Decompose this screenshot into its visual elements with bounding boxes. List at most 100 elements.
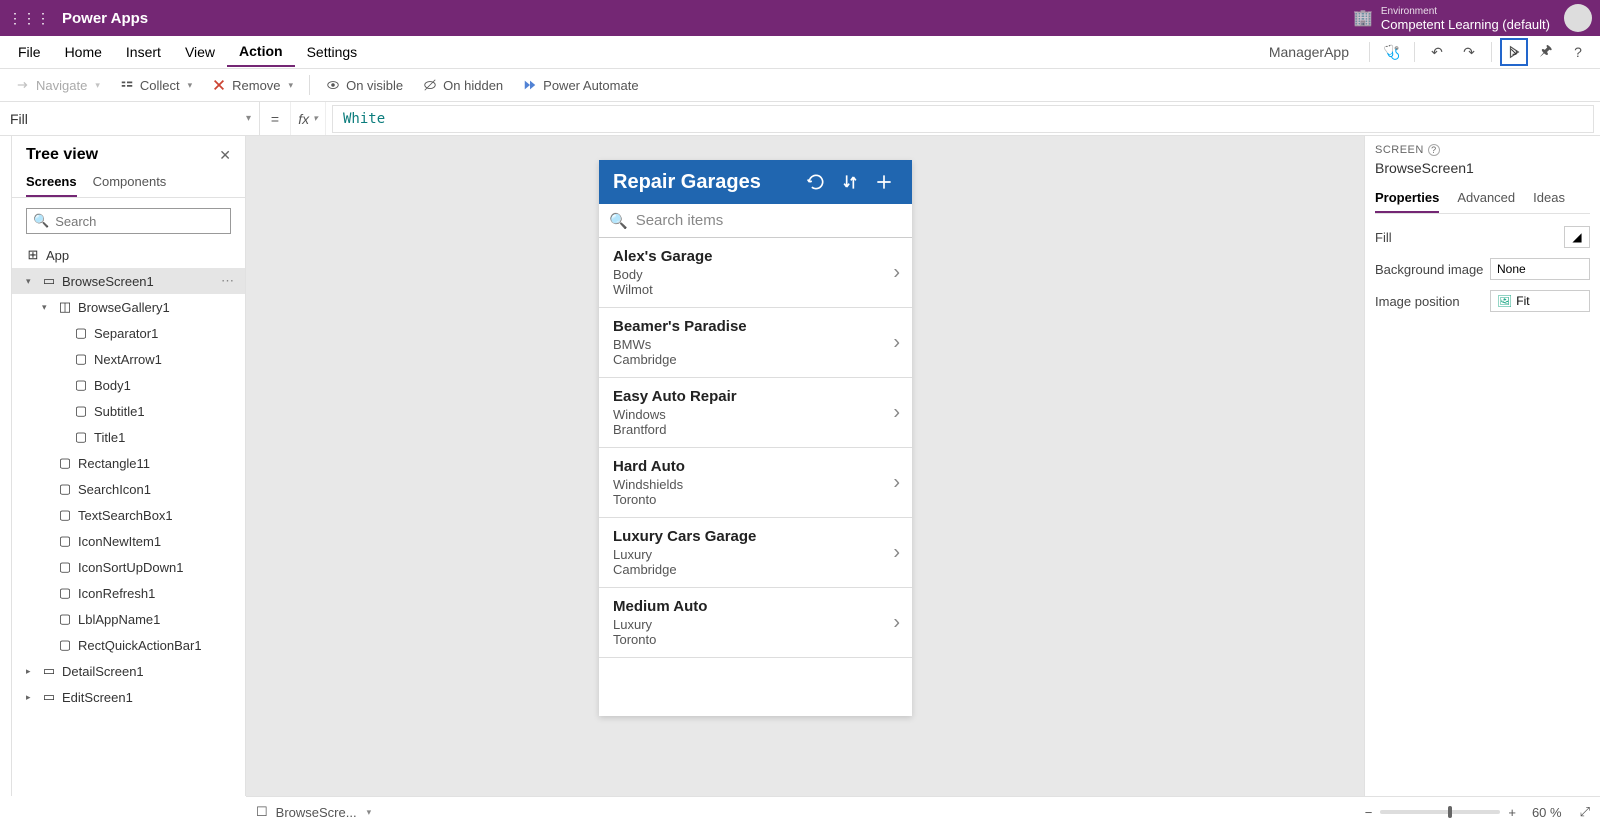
control-icon: ▢ [58, 560, 72, 574]
item-subtitle: Windshields [613, 477, 898, 492]
item-body: Cambridge [613, 352, 898, 367]
item-body: Toronto [613, 632, 898, 647]
list-item[interactable]: Alex's Garage Body Wilmot › [599, 238, 912, 308]
control-icon: ▢ [58, 482, 72, 496]
image-icon: 🖼 [1497, 294, 1512, 308]
tree-item[interactable]: ▢SearchIcon1 [12, 476, 245, 502]
tree-item[interactable]: ▢IconSortUpDown1 [12, 554, 245, 580]
app-checker-icon[interactable]: 🩺 [1378, 38, 1406, 66]
control-icon: ▢ [58, 508, 72, 522]
menu-insert[interactable]: Insert [114, 38, 173, 66]
left-rail[interactable] [0, 136, 12, 796]
tree-item[interactable]: ▾▭BrowseScreen1⋯ [12, 268, 245, 294]
chevron-right-icon[interactable]: › [893, 331, 900, 354]
zoom-slider[interactable] [1380, 810, 1500, 814]
tree-item[interactable]: ▢RectQuickActionBar1 [12, 632, 245, 658]
screen-name: BrowseScreen1 [1375, 160, 1590, 176]
control-icon: ▢ [58, 586, 72, 600]
menu-file[interactable]: File [6, 38, 53, 66]
list-item[interactable]: Beamer's Paradise BMWs Cambridge › [599, 308, 912, 378]
tree-item[interactable]: ▢Separator1 [12, 320, 245, 346]
fullscreen-icon[interactable]: ⤢ [1580, 804, 1590, 820]
undo-button[interactable]: ↶ [1423, 38, 1451, 66]
close-icon[interactable]: ✕ [219, 147, 231, 164]
titlebar: ⋮⋮⋮ Power Apps 🏢 Environment Competent L… [0, 0, 1600, 36]
help-icon[interactable]: ? [1564, 38, 1592, 66]
menu-settings[interactable]: Settings [295, 38, 370, 66]
chevron-right-icon[interactable]: › [893, 541, 900, 564]
tree-item[interactable]: ▢NextArrow1 [12, 346, 245, 372]
rp-tab-ideas[interactable]: Ideas [1533, 186, 1565, 213]
item-subtitle: Body [613, 267, 898, 282]
tree-item[interactable]: ▢Subtitle1 [12, 398, 245, 424]
control-icon: ▢ [74, 378, 88, 392]
fill-swatch[interactable]: ◢ [1564, 226, 1590, 248]
environment-picker[interactable]: Environment Competent Learning (default) [1381, 5, 1550, 31]
treeview: Tree view ✕ Screens Components 🔍 Search … [12, 136, 246, 796]
app-search[interactable]: 🔍 Search items [599, 204, 912, 238]
collect-button[interactable]: Collect▾ [110, 74, 202, 97]
screen-label: SCREEN ? [1375, 144, 1590, 156]
tree-item[interactable]: ▢TextSearchBox1 [12, 502, 245, 528]
tree-item[interactable]: ▢Body1 [12, 372, 245, 398]
tree-app[interactable]: ⊞ App [12, 242, 245, 268]
chevron-right-icon[interactable]: › [893, 611, 900, 634]
property-selector[interactable]: Fill▾ [0, 102, 260, 135]
waffle-icon[interactable]: ⋮⋮⋮ [8, 10, 50, 27]
tree-item[interactable]: ▢LblAppName1 [12, 606, 245, 632]
sort-icon[interactable] [836, 168, 864, 196]
chevron-down-icon[interactable]: ▾ [367, 807, 372, 818]
menu-home[interactable]: Home [53, 38, 114, 66]
list-item[interactable]: Luxury Cars Garage Luxury Cambridge › [599, 518, 912, 588]
control-icon: ▭ [42, 274, 56, 288]
rp-tab-properties[interactable]: Properties [1375, 186, 1439, 213]
item-title: Easy Auto Repair [613, 388, 898, 405]
canvas[interactable]: Repair Garages 🔍 Search items Alex's Gar… [246, 136, 1364, 796]
status-screen[interactable]: BrowseScre... [276, 805, 357, 820]
chevron-right-icon[interactable]: › [893, 261, 900, 284]
remove-button[interactable]: Remove▾ [202, 74, 303, 97]
imgposition-select[interactable]: 🖼Fit [1490, 290, 1590, 312]
fx-icon[interactable]: fx▾ [290, 102, 326, 135]
control-icon: ▢ [74, 404, 88, 418]
tree-item[interactable]: ▢Title1 [12, 424, 245, 450]
control-icon: ▢ [74, 326, 88, 340]
bgimage-select[interactable]: None [1490, 258, 1590, 280]
list-item[interactable]: Medium Auto Luxury Toronto › [599, 588, 912, 658]
navigate-button[interactable]: Navigate▾ [6, 74, 110, 97]
chevron-right-icon[interactable]: › [893, 401, 900, 424]
menu-action[interactable]: Action [227, 37, 295, 67]
tree-item[interactable]: ▸▭DetailScreen1 [12, 658, 245, 684]
tree-item[interactable]: ▾◫BrowseGallery1 [12, 294, 245, 320]
info-icon[interactable]: ? [1428, 144, 1440, 156]
list-item[interactable]: Easy Auto Repair Windows Brantford › [599, 378, 912, 448]
tab-components[interactable]: Components [93, 168, 167, 197]
redo-button[interactable]: ↷ [1455, 38, 1483, 66]
share-button[interactable]: 🖈 [1532, 38, 1560, 66]
tab-screens[interactable]: Screens [26, 168, 77, 197]
list-item[interactable]: Hard Auto Windshields Toronto › [599, 448, 912, 518]
equals-sign: = [260, 111, 290, 127]
rp-tab-advanced[interactable]: Advanced [1457, 186, 1515, 213]
chevron-right-icon[interactable]: › [893, 471, 900, 494]
screen-checkbox[interactable]: ☐ [256, 804, 268, 820]
refresh-icon[interactable] [802, 168, 830, 196]
tree-item[interactable]: ▢Rectangle11 [12, 450, 245, 476]
more-icon[interactable]: ⋯ [221, 273, 235, 289]
powerautomate-button[interactable]: Power Automate [513, 74, 648, 97]
onvisible-button[interactable]: On visible [316, 74, 413, 97]
formula-input[interactable]: White [332, 105, 1594, 133]
search-icon: 🔍 [609, 212, 628, 230]
tree-item[interactable]: ▢IconNewItem1 [12, 528, 245, 554]
add-icon[interactable] [870, 168, 898, 196]
play-button[interactable] [1500, 38, 1528, 66]
prop-bgimage: Background image None [1375, 258, 1590, 280]
avatar[interactable] [1564, 4, 1592, 32]
onhidden-button[interactable]: On hidden [413, 74, 513, 97]
zoom-out[interactable]: − [1365, 805, 1373, 820]
treeview-search[interactable]: 🔍 Search [26, 208, 231, 234]
menu-view[interactable]: View [173, 38, 227, 66]
zoom-in[interactable]: + [1508, 805, 1516, 820]
tree-item[interactable]: ▸▭EditScreen1 [12, 684, 245, 710]
tree-item[interactable]: ▢IconRefresh1 [12, 580, 245, 606]
